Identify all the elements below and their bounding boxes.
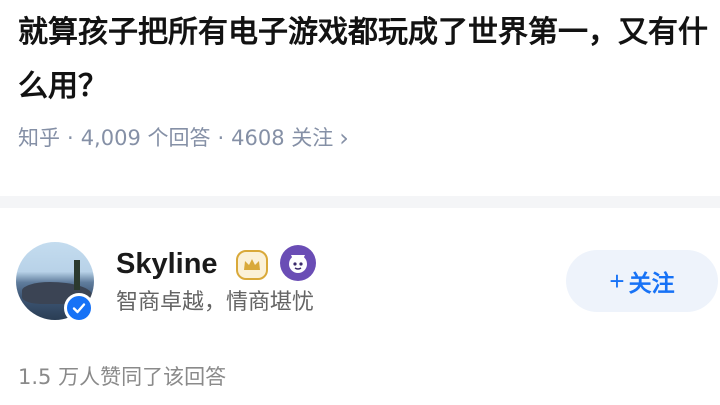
plus-icon: +	[609, 265, 625, 296]
medal-badge-icon[interactable]	[280, 245, 316, 281]
avatar-tree	[74, 260, 80, 290]
author-headline: 智商卓越，情商堪忧	[116, 290, 315, 315]
follow-button-label: 关注	[628, 270, 675, 296]
section-divider	[0, 196, 720, 208]
follow-button[interactable]: + 关注	[566, 250, 718, 312]
meta-separator: ·	[217, 126, 225, 150]
question-title[interactable]: 就算孩子把所有电子游戏都玩成了世界第一，又有什么用？	[18, 6, 718, 114]
verified-check-icon	[64, 293, 94, 323]
answers-count: 4,009 个回答	[80, 126, 211, 150]
answer-card: Skyline 智商卓越，情商堪忧 + 关注 1.5 万人赞同了该回答	[0, 208, 720, 405]
crown-badge-icon[interactable]	[236, 250, 268, 280]
vote-summary: 1.5 万人赞同了该回答	[18, 365, 227, 389]
question-card: 就算孩子把所有电子游戏都玩成了世界第一，又有什么用？ 知乎 · 4,009 个回答 ·…	[0, 0, 720, 196]
followers-count: 4608 关注	[231, 126, 334, 150]
source-label: 知乎	[18, 126, 60, 150]
author-name[interactable]: Skyline	[116, 244, 218, 284]
chevron-right-icon: ›	[339, 124, 349, 152]
question-meta[interactable]: 知乎 · 4,009 个回答 · 4608 关注 ›	[18, 117, 349, 158]
meta-separator: ·	[67, 126, 74, 150]
